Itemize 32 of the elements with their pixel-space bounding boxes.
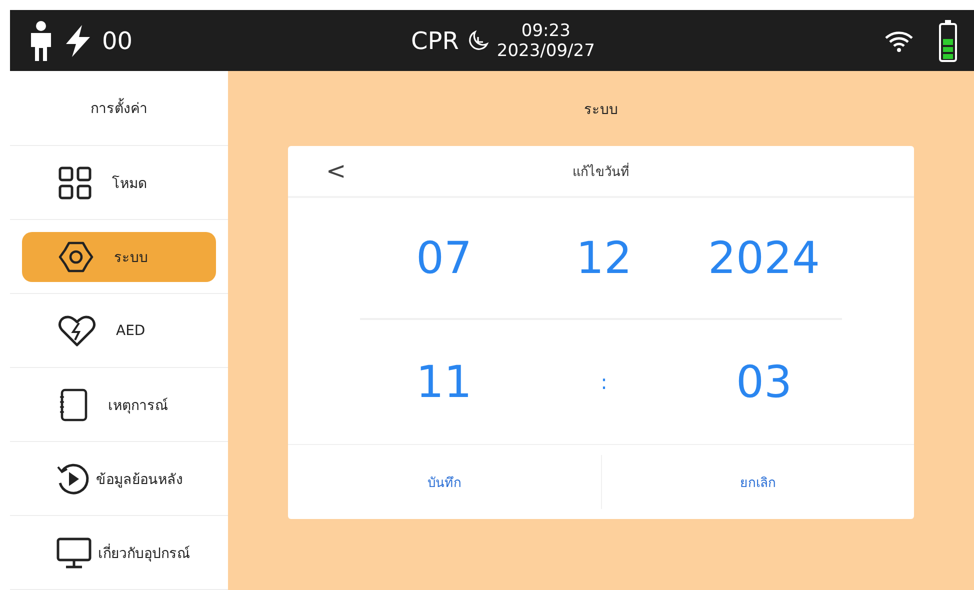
menu-item[interactable]: AED xyxy=(22,306,216,356)
menu-item[interactable]: ข้อมูลย้อนหลัง xyxy=(22,454,216,504)
panel-title: ระบบ xyxy=(584,100,618,120)
date-value[interactable]: 07 xyxy=(416,232,472,284)
back-button[interactable]: < xyxy=(322,157,350,185)
date-value[interactable]: 2024 xyxy=(708,232,820,284)
save-button[interactable]: บันทึก xyxy=(288,445,600,519)
shock-count: 00 xyxy=(102,26,133,54)
dialog-title: แก้ไขวันที่ xyxy=(572,162,630,182)
menu-item[interactable]: เหตุการณ์ xyxy=(22,380,216,430)
time-value[interactable]: 03 xyxy=(736,356,792,408)
lightning-icon xyxy=(64,24,92,56)
time-separator: : xyxy=(600,370,608,394)
wifi-icon xyxy=(884,28,914,52)
person-icon xyxy=(28,20,54,60)
menu-item[interactable]: เกี่ยวกับอุปกรณ์ xyxy=(22,528,216,578)
date-value[interactable]: 12 xyxy=(576,232,632,284)
replay-icon xyxy=(56,462,90,496)
monitor-icon xyxy=(56,536,92,568)
grid-icon xyxy=(58,166,92,200)
settings-icon xyxy=(58,240,94,274)
mode-label: CPR xyxy=(411,26,459,54)
menu-item[interactable]: โหมด xyxy=(22,158,216,208)
battery-icon xyxy=(938,18,958,62)
menu-item[interactable]: ระบบ xyxy=(22,232,216,282)
time-value[interactable]: 11 xyxy=(416,356,472,408)
clock-time: 09:23 xyxy=(521,20,570,40)
moon-clock-icon xyxy=(466,30,489,52)
notebook-icon xyxy=(58,388,88,422)
clock-date: 2023/09/27 xyxy=(496,40,595,60)
heart-bolt-icon xyxy=(58,314,96,346)
cancel-button[interactable]: ยกเลิก xyxy=(602,445,914,519)
